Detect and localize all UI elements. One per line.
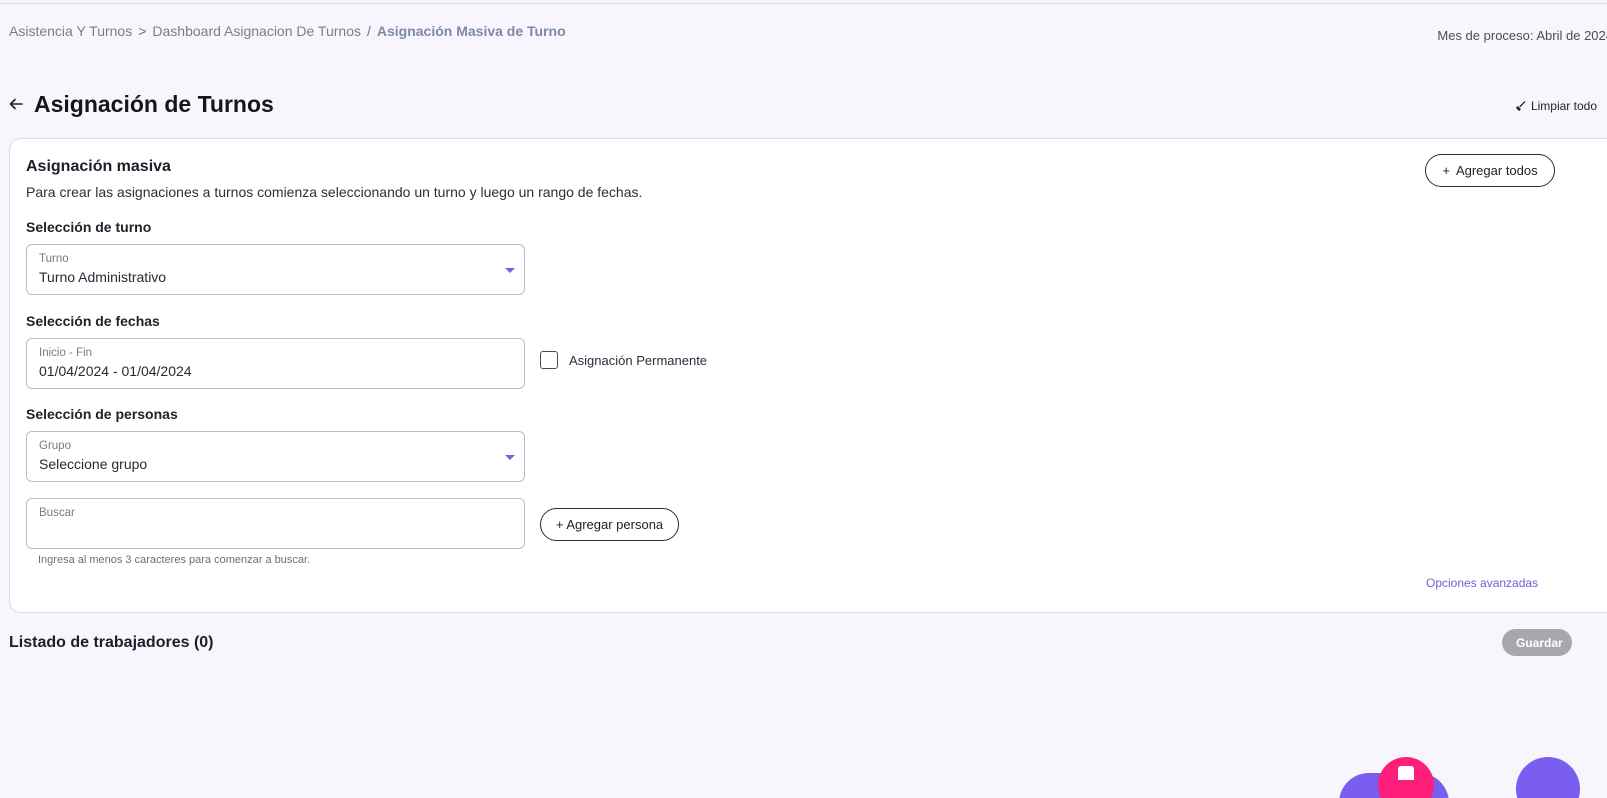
shift-select-value: Turno Administrativo (39, 269, 167, 285)
dates-section-label: Selección de fechas (26, 313, 160, 329)
add-person-button[interactable]: + Agregar persona (540, 508, 679, 541)
chevron-down-icon (505, 455, 515, 460)
shift-select-label: Turno (39, 253, 69, 265)
breadcrumb: Asistencia Y Turnos > Dashboard Asignaci… (9, 23, 566, 39)
add-all-label: Agregar todos (1455, 163, 1538, 178)
card-title: Asignación masiva (26, 158, 171, 175)
mass-assignment-card: Asignación masiva Para crear las asignac… (9, 138, 1607, 613)
breadcrumb-separator: / (366, 23, 371, 39)
advanced-options-link[interactable]: Opciones avanzadas (1426, 576, 1538, 590)
breadcrumb-separator: > (138, 23, 147, 39)
page-title: Asignación de Turnos (34, 91, 274, 117)
clear-all-label: Limpiar todo (1530, 99, 1597, 113)
process-month: Mes de proceso: Abril de 2024 (1437, 28, 1607, 43)
people-section-label: Selección de personas (26, 406, 178, 422)
breadcrumb-item-asistencia[interactable]: Asistencia Y Turnos (9, 23, 132, 39)
chevron-down-icon (505, 268, 515, 273)
breadcrumb-item-current: Asignación Masiva de Turno (376, 23, 566, 39)
clipboard-icon (1398, 766, 1414, 780)
card-description: Para crear las asignaciones a turnos com… (26, 184, 643, 200)
broom-icon (1515, 100, 1526, 111)
permanent-assignment-checkbox[interactable] (540, 351, 558, 369)
group-select[interactable]: Grupo Seleccione grupo (26, 431, 525, 482)
date-range-value: 01/04/2024 - 01/04/2024 (39, 363, 192, 379)
clipboard-fab-button[interactable] (1378, 757, 1434, 798)
plus-icon: + (1442, 163, 1450, 178)
breadcrumb-item-dashboard[interactable]: Dashboard Asignacion De Turnos (152, 23, 361, 39)
search-helper-text: Ingresa al menos 3 caracteres para comen… (38, 554, 311, 566)
top-divider (0, 3, 1607, 4)
clear-all-button[interactable]: Limpiar todo (1515, 99, 1597, 113)
search-input[interactable]: Buscar (26, 498, 525, 549)
date-range-label: Inicio - Fin (39, 347, 93, 359)
date-range-field[interactable]: Inicio - Fin 01/04/2024 - 01/04/2024 (26, 338, 525, 389)
save-button[interactable]: Guardar (1502, 629, 1572, 656)
add-all-button[interactable]: + Agregar todos (1425, 154, 1555, 187)
back-arrow-icon[interactable] (8, 96, 24, 112)
permanent-assignment-label: Asignación Permanente (569, 353, 708, 368)
shift-section-label: Selección de turno (26, 219, 152, 235)
chat-fab-button[interactable] (1516, 757, 1580, 798)
group-select-label: Grupo (39, 440, 71, 452)
shift-select[interactable]: Turno Turno Administrativo (26, 244, 525, 295)
search-input-label: Buscar (39, 507, 75, 519)
group-select-value: Seleccione grupo (39, 456, 148, 472)
workers-list-title: Listado de trabajadores (0) (9, 634, 214, 651)
